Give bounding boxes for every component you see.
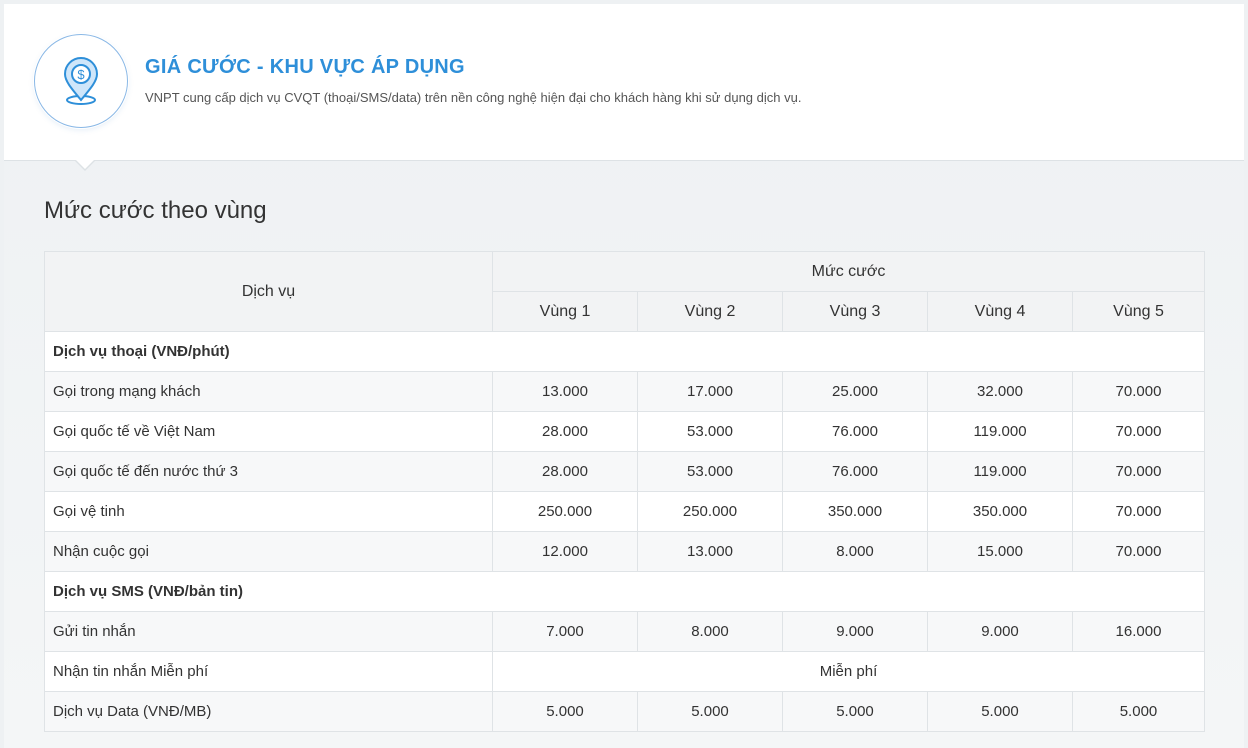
group-row-voice: Dịch vụ thoại (VNĐ/phút) [44, 331, 1205, 372]
service-name: Gọi vệ tinh [44, 491, 493, 532]
service-name: Gọi trong mạng khách [44, 371, 493, 412]
rate-cell: 9.000 [927, 611, 1073, 652]
page-subtitle: VNPT cung cấp dịch vụ CVQT (thoại/SMS/da… [145, 90, 802, 105]
column-header-zone-4: Vùng 4 [927, 291, 1073, 332]
rate-cell: 119.000 [927, 411, 1073, 452]
group-label: Dịch vụ SMS (VNĐ/bản tin) [44, 571, 1205, 612]
table-row: Gọi quốc tế về Việt Nam 28.000 53.000 76… [44, 411, 1205, 452]
table-row: Gọi vệ tinh 250.000 250.000 350.000 350.… [44, 491, 1205, 532]
column-header-zone-1: Vùng 1 [492, 291, 638, 332]
rate-cell: 5.000 [927, 691, 1073, 732]
rate-cell: 28.000 [492, 411, 638, 452]
rate-cell: 5.000 [637, 691, 783, 732]
rate-cell: 17.000 [637, 371, 783, 412]
service-name: Dịch vụ Data (VNĐ/MB) [44, 691, 493, 732]
rate-cell: 16.000 [1072, 611, 1205, 652]
rate-cell: 9.000 [782, 611, 928, 652]
group-label: Dịch vụ thoại (VNĐ/phút) [44, 331, 1205, 372]
rate-cell: 350.000 [927, 491, 1073, 532]
rate-cell: 53.000 [637, 451, 783, 492]
rate-cell: 7.000 [492, 611, 638, 652]
rate-cell: 119.000 [927, 451, 1073, 492]
column-header-zone-5: Vùng 5 [1072, 291, 1205, 332]
rate-cell: 70.000 [1072, 451, 1205, 492]
rate-cell: 13.000 [637, 531, 783, 572]
table-row: Nhận tin nhắn Miễn phí Miễn phí [44, 651, 1205, 692]
rate-cell: 53.000 [637, 411, 783, 452]
rate-cell: 15.000 [927, 531, 1073, 572]
rate-cell: 8.000 [637, 611, 783, 652]
rate-cell: 13.000 [492, 371, 638, 412]
rate-cell: 25.000 [782, 371, 928, 412]
column-header-zone-2: Vùng 2 [637, 291, 783, 332]
rate-cell: 250.000 [492, 491, 638, 532]
column-header-rate: Mức cước [492, 251, 1205, 292]
header-pointer [74, 159, 96, 171]
rates-table: Dịch vụ Mức cước Vùng 1 Vùng 2 Vùng 3 Vù… [44, 251, 1205, 732]
rate-cell: 250.000 [637, 491, 783, 532]
service-name: Gọi quốc tế về Việt Nam [44, 411, 493, 452]
service-name: Nhận cuộc gọi [44, 531, 493, 572]
rate-cell: 70.000 [1072, 531, 1205, 572]
rate-cell: 70.000 [1072, 411, 1205, 452]
rate-cell: 70.000 [1072, 491, 1205, 532]
rate-cell: 32.000 [927, 371, 1073, 412]
service-name: Nhận tin nhắn Miễn phí [44, 651, 493, 692]
column-header-service: Dịch vụ [44, 251, 493, 332]
rate-cell: 28.000 [492, 451, 638, 492]
rate-cell: 76.000 [782, 451, 928, 492]
rate-cell-free: Miễn phí [492, 651, 1205, 692]
header-banner: $ GIÁ CƯỚC - KHU VỰC ÁP DỤNG VNPT cung c… [4, 4, 1244, 161]
rate-cell: 12.000 [492, 531, 638, 572]
table-row: Dịch vụ Data (VNĐ/MB) 5.000 5.000 5.000 … [44, 691, 1205, 732]
location-dollar-icon: $ [63, 57, 99, 105]
rate-cell: 350.000 [782, 491, 928, 532]
service-name: Gọi quốc tế đến nước thứ 3 [44, 451, 493, 492]
table-row: Nhận cuộc gọi 12.000 13.000 8.000 15.000… [44, 531, 1205, 572]
page-title: GIÁ CƯỚC - KHU VỰC ÁP DỤNG [145, 56, 465, 78]
rate-cell: 76.000 [782, 411, 928, 452]
table-row: Gửi tin nhắn 7.000 8.000 9.000 9.000 16.… [44, 611, 1205, 652]
page: $ GIÁ CƯỚC - KHU VỰC ÁP DỤNG VNPT cung c… [4, 4, 1244, 748]
section-title: Mức cước theo vùng [44, 197, 267, 224]
icon-badge: $ [34, 34, 128, 128]
rate-cell: 70.000 [1072, 371, 1205, 412]
rate-cell: 8.000 [782, 531, 928, 572]
service-name: Gửi tin nhắn [44, 611, 493, 652]
rate-cell: 5.000 [492, 691, 638, 732]
rate-cell: 5.000 [1072, 691, 1205, 732]
table-row: Gọi quốc tế đến nước thứ 3 28.000 53.000… [44, 451, 1205, 492]
group-row-sms: Dịch vụ SMS (VNĐ/bản tin) [44, 571, 1205, 612]
svg-text:$: $ [77, 67, 85, 82]
column-header-zone-3: Vùng 3 [782, 291, 928, 332]
table-row: Gọi trong mạng khách 13.000 17.000 25.00… [44, 371, 1205, 412]
rate-cell: 5.000 [782, 691, 928, 732]
